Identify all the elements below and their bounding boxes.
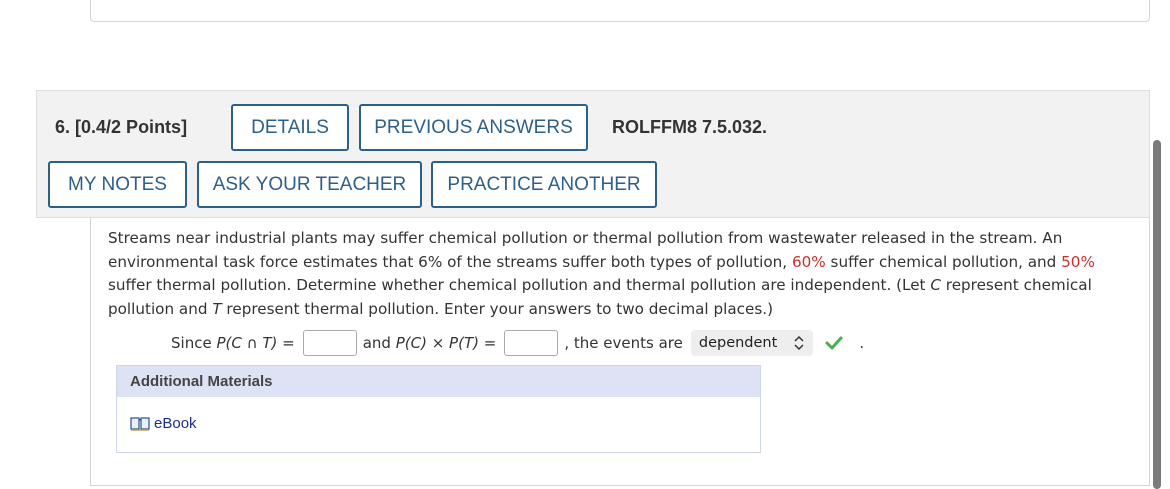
thermal-percent: 50% — [1061, 252, 1095, 271]
scrollbar-thumb[interactable] — [1153, 140, 1161, 489]
expr-product: P(C) × P(T) — [395, 334, 479, 352]
previous-question-card — [90, 0, 1150, 22]
book-icon — [130, 416, 150, 431]
expr-intersection: P(C ∩ T) — [216, 334, 278, 352]
ebook-label: eBook — [154, 415, 197, 432]
answer-row: Since P(C ∩ T) = and P(C) × P(T) = , the… — [171, 328, 864, 358]
my-notes-button[interactable]: MY NOTES — [48, 161, 187, 208]
question-title: 6. [0.4/2 Points] — [55, 117, 187, 138]
ask-your-teacher-button[interactable]: ASK YOUR TEACHER — [197, 161, 422, 208]
chemical-percent: 60% — [791, 252, 826, 271]
comma: , — [564, 334, 570, 352]
problem-text-part: represent thermal pollution. Enter your … — [221, 299, 774, 318]
period: . — [859, 334, 865, 352]
product-probability-input[interactable] — [504, 330, 559, 356]
chevron-updown-icon — [794, 335, 804, 351]
and-label: and — [362, 334, 391, 352]
select-value: dependent — [698, 335, 778, 351]
events-are-label: the events are — [573, 334, 683, 352]
question-code: ROLFFM8 7.5.032. — [612, 117, 768, 137]
problem-text-part: suffer thermal pollution. Determine whet… — [108, 276, 931, 295]
variable-t: T — [212, 299, 222, 318]
intersection-probability-input[interactable] — [302, 330, 357, 356]
question-body: Streams near industrial plants may suffe… — [90, 218, 1150, 486]
additional-materials-panel: Additional Materials eBook — [116, 365, 761, 453]
question-number: 6. — [55, 117, 71, 137]
previous-answers-button[interactable]: PREVIOUS ANSWERS — [359, 104, 588, 151]
additional-materials-heading: Additional Materials — [117, 366, 760, 397]
checkmark-icon — [825, 336, 843, 350]
question-header: 6. [0.4/2 Points] DETAILS PREVIOUS ANSWE… — [36, 90, 1150, 218]
problem-text-part: suffer chemical pollution, and — [825, 252, 1062, 271]
equals-sign: = — [483, 334, 497, 352]
ebook-link[interactable]: eBook — [130, 415, 197, 432]
question-points: [0.4/2 Points] — [75, 117, 188, 137]
events-type-select[interactable]: dependent — [690, 330, 814, 356]
practice-another-button[interactable]: PRACTICE ANOTHER — [431, 161, 657, 208]
equals-sign: = — [282, 334, 295, 352]
since-label: Since — [171, 334, 212, 352]
problem-text: Streams near industrial plants may suffe… — [108, 227, 1138, 321]
variable-c: C — [930, 276, 941, 295]
details-button[interactable]: DETAILS — [231, 104, 349, 151]
